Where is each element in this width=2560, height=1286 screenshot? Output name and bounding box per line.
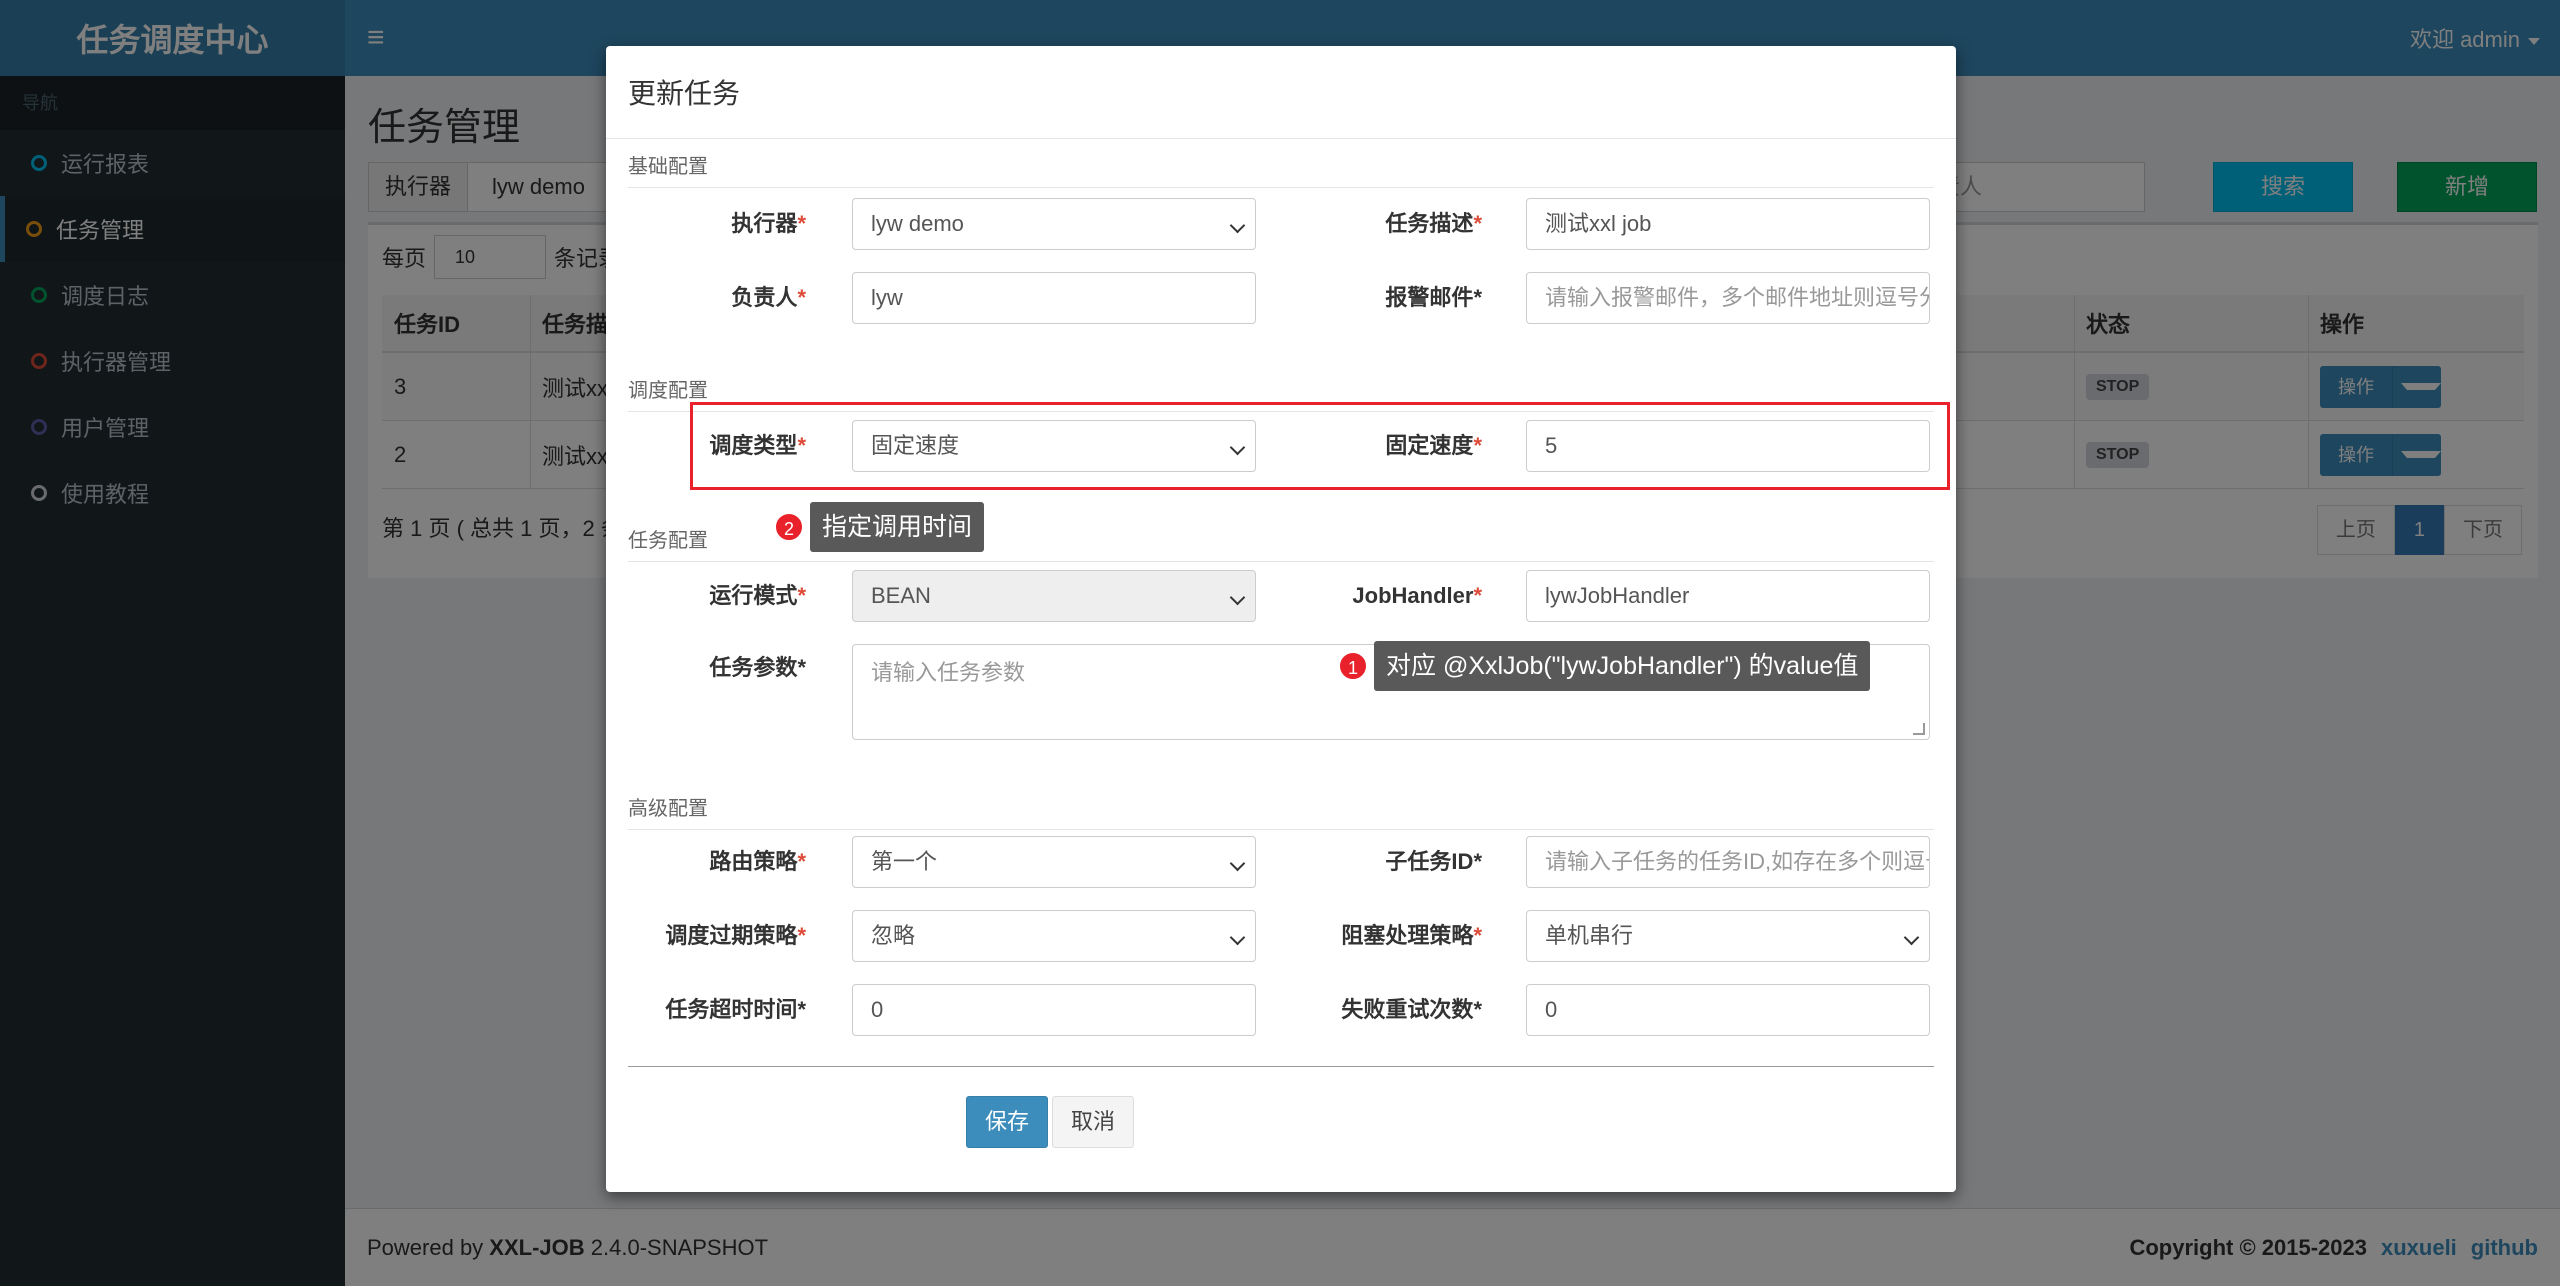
desc-input[interactable]: 测试xxl job — [1526, 198, 1930, 250]
param-label: 任务参数* — [709, 655, 806, 680]
executor-label: 执行器* — [731, 211, 806, 236]
update-job-modal: 更新任务 基础配置 执行器* lyw demo 任务描述* 测试xxl job … — [606, 46, 1956, 1192]
route-select[interactable]: 第一个 — [852, 836, 1256, 888]
timeout-input[interactable]: 0 — [852, 984, 1256, 1036]
owner-label: 负责人* — [731, 285, 806, 310]
annotation-2: 2 指定调用时间 — [774, 502, 985, 552]
annotation-number: 2 — [774, 512, 804, 542]
alarm-email-input[interactable]: 请输入报警邮件，多个邮件地址则逗号分 — [1526, 272, 1930, 324]
route-label: 路由策略* — [709, 849, 806, 874]
param-placeholder: 请输入任务参数 — [871, 660, 1026, 685]
timeout-label: 任务超时时间* — [665, 997, 806, 1022]
annotation-number: 1 — [1338, 651, 1368, 681]
desc-label: 任务描述* — [1385, 211, 1482, 236]
resize-handle-icon[interactable] — [1913, 723, 1925, 735]
child-id-label: 子任务ID* — [1385, 849, 1482, 874]
section-basic: 基础配置 — [628, 152, 1934, 188]
executor-select[interactable]: lyw demo — [852, 198, 1256, 250]
annotation-text: 指定调用时间 — [810, 502, 985, 552]
block-strategy-select[interactable]: 单机串行 — [1526, 910, 1930, 962]
schedule-type-select[interactable]: 固定速度 — [852, 420, 1256, 472]
retry-input[interactable]: 0 — [1526, 984, 1930, 1036]
save-button[interactable]: 保存 — [966, 1096, 1048, 1148]
handler-input[interactable]: lywJobHandler — [1526, 570, 1930, 622]
fix-rate-input[interactable]: 5 — [1526, 420, 1930, 472]
child-id-input[interactable]: 请输入子任务的任务ID,如存在多个则逗号 — [1526, 836, 1930, 888]
schedule-type-label: 调度类型* — [709, 433, 806, 458]
owner-input[interactable]: lyw — [852, 272, 1256, 324]
annotation-1: 1 对应 @XxlJob("lywJobHandler") 的value值 — [1338, 641, 1871, 691]
fix-rate-label: 固定速度* — [1385, 433, 1482, 458]
modal-title: 更新任务 — [628, 78, 741, 109]
retry-label: 失败重试次数* — [1341, 997, 1482, 1022]
section-advanced: 高级配置 — [628, 794, 1934, 830]
misfire-label: 调度过期策略* — [665, 923, 806, 948]
block-strategy-label: 阻塞处理策略* — [1341, 923, 1482, 948]
alarm-email-label: 报警邮件* — [1385, 285, 1482, 310]
glue-type-select[interactable]: BEAN — [852, 570, 1256, 622]
misfire-select[interactable]: 忽略 — [852, 910, 1256, 962]
handler-label: JobHandler* — [1352, 583, 1482, 608]
cancel-button[interactable]: 取消 — [1052, 1096, 1134, 1148]
glue-type-label: 运行模式* — [709, 583, 806, 608]
annotation-text: 对应 @XxlJob("lywJobHandler") 的value值 — [1374, 641, 1871, 691]
